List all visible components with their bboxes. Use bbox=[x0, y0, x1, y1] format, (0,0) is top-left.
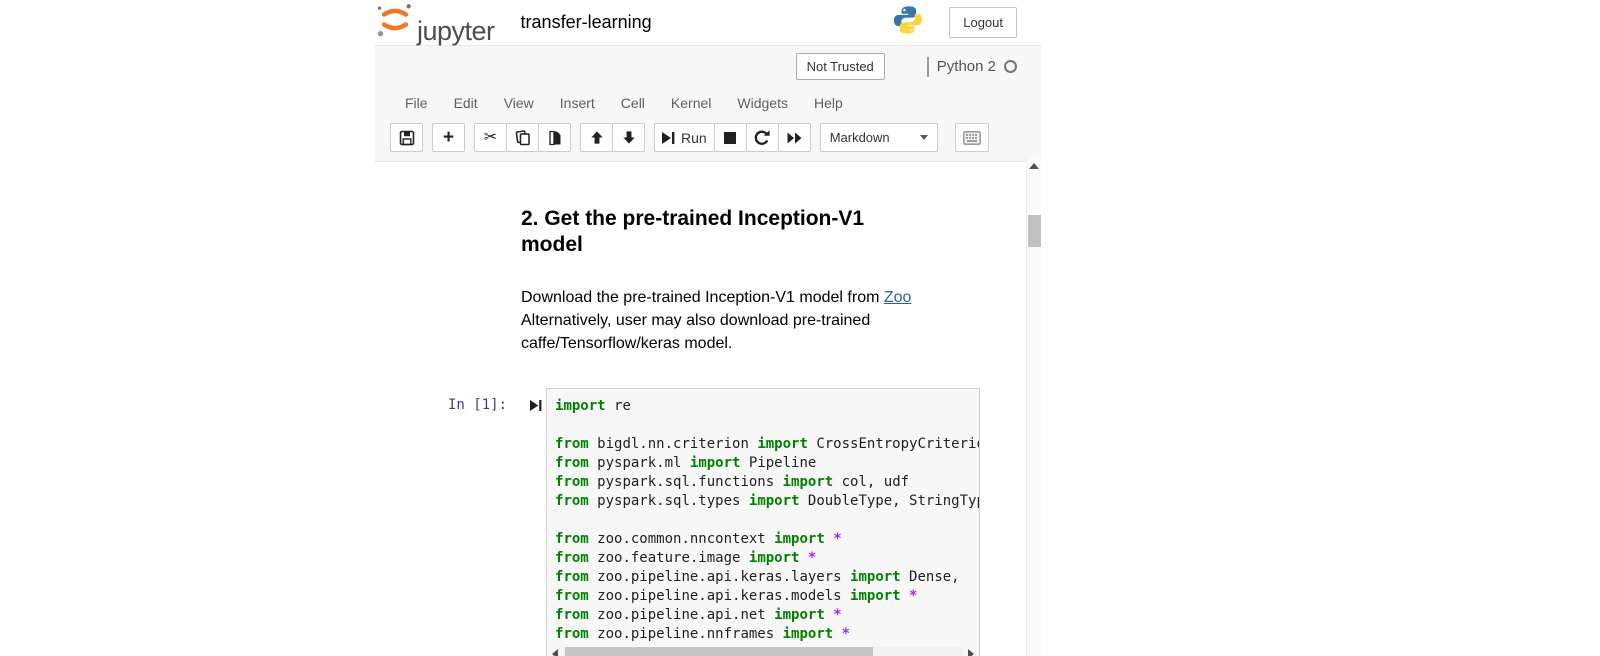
cut-cells-button[interactable]: ✂ bbox=[474, 123, 507, 152]
python-kernel-icon bbox=[893, 5, 923, 40]
code-editor[interactable]: import re from bigdl.nn.criterion import… bbox=[547, 389, 979, 645]
move-cell-down-button[interactable] bbox=[612, 123, 645, 152]
code-cell[interactable]: In [1]: import re from bigdl.nn.criterio… bbox=[448, 388, 1041, 656]
menu-item-insert[interactable]: Insert bbox=[547, 89, 608, 117]
page-vertical-scrollbar[interactable] bbox=[1026, 158, 1041, 656]
code-line: from zoo.pipeline.api.net import * bbox=[555, 606, 979, 625]
markdown-paragraph: Download the pre-trained Inception-V1 mo… bbox=[521, 286, 961, 356]
code-line bbox=[555, 511, 979, 530]
markdown-cell[interactable]: 2. Get the pre-trained Inception-V1 mode… bbox=[521, 162, 1041, 355]
kernel-indicator: Python 2 bbox=[927, 57, 1017, 77]
code-line: from bigdl.nn.criterion import CrossEntr… bbox=[555, 435, 979, 454]
code-line bbox=[555, 416, 979, 435]
fast-forward-icon bbox=[787, 132, 802, 144]
run-cell-button[interactable]: Run bbox=[654, 123, 715, 152]
code-line: from zoo.common.nncontext import * bbox=[555, 530, 979, 549]
code-line: from pyspark.sql.types import DoubleType… bbox=[555, 492, 979, 511]
command-palette-button[interactable] bbox=[955, 123, 989, 152]
stop-icon bbox=[724, 132, 736, 144]
move-cell-up-button[interactable] bbox=[580, 123, 613, 152]
restart-run-all-button[interactable] bbox=[778, 123, 811, 152]
menu-item-kernel[interactable]: Kernel bbox=[658, 89, 724, 117]
run-button-label: Run bbox=[681, 130, 707, 146]
jupyter-app: jupyter transfer-learning Logout Not Tru… bbox=[375, 0, 1041, 656]
paste-icon bbox=[547, 130, 563, 146]
code-line: from zoo.pipeline.nnframes import * bbox=[555, 625, 979, 644]
section-heading: 2. Get the pre-trained Inception-V1 mode… bbox=[521, 206, 913, 259]
menu-item-view[interactable]: View bbox=[491, 89, 547, 117]
status-row: Not Trusted Python 2 bbox=[375, 46, 1041, 87]
menubar: FileEditViewInsertCellKernelWidgetsHelp bbox=[375, 87, 1041, 119]
restart-kernel-icon bbox=[754, 130, 770, 146]
code-line: from zoo.feature.image import * bbox=[555, 549, 979, 568]
notebook-title[interactable]: transfer-learning bbox=[521, 12, 652, 33]
trust-status-badge[interactable]: Not Trusted bbox=[796, 53, 885, 80]
notebook-header: jupyter transfer-learning Logout bbox=[375, 0, 1041, 45]
h-scrollbar-track[interactable] bbox=[563, 647, 963, 656]
code-line: import re bbox=[555, 397, 979, 416]
jupyter-logo[interactable]: jupyter bbox=[375, 0, 495, 45]
cell-type-dropdown[interactable]: Markdown bbox=[820, 123, 938, 152]
copy-icon bbox=[515, 130, 531, 146]
move-down-icon bbox=[622, 130, 636, 145]
paragraph-text: Download the pre-trained Inception-V1 mo… bbox=[521, 289, 884, 306]
save-icon bbox=[399, 130, 415, 146]
scroll-left-icon[interactable] bbox=[547, 649, 563, 656]
code-line: from pyspark.sql.functions import col, u… bbox=[555, 473, 979, 492]
kernel-idle-icon bbox=[1004, 60, 1017, 73]
menu-item-edit[interactable]: Edit bbox=[441, 89, 491, 117]
menu-panel: Not Trusted Python 2 FileEditViewInsertC… bbox=[375, 45, 1041, 162]
keyboard-icon bbox=[963, 131, 981, 145]
cut-icon: ✂ bbox=[484, 130, 497, 146]
paste-cells-button[interactable] bbox=[538, 123, 571, 152]
scroll-up-icon[interactable] bbox=[1029, 163, 1039, 169]
save-button[interactable] bbox=[390, 123, 423, 152]
menu-item-file[interactable]: File bbox=[392, 89, 441, 117]
paragraph-text-2: Alternatively, user may also download pr… bbox=[521, 312, 870, 352]
code-line: from zoo.pipeline.api.keras.layers impor… bbox=[555, 568, 979, 587]
kernel-name-label: Python 2 bbox=[937, 58, 996, 75]
cell-type-selected: Markdown bbox=[830, 130, 920, 145]
move-up-icon bbox=[590, 130, 604, 145]
h-scrollbar-thumb[interactable] bbox=[565, 647, 873, 656]
jupyter-logo-text: jupyter bbox=[417, 18, 495, 45]
jupyter-logo-icon bbox=[375, 0, 415, 45]
toolbar: + ✂ bbox=[375, 119, 1041, 161]
kernel-separator bbox=[927, 57, 929, 77]
menu-item-help[interactable]: Help bbox=[801, 89, 856, 117]
run-icon bbox=[662, 131, 675, 145]
menu-item-cell[interactable]: Cell bbox=[608, 89, 658, 117]
code-line: from zoo.pipeline.api.keras.models impor… bbox=[555, 587, 979, 606]
menu-item-widgets[interactable]: Widgets bbox=[724, 89, 801, 117]
notebook-container: 2. Get the pre-trained Inception-V1 mode… bbox=[375, 162, 1041, 656]
interrupt-kernel-button[interactable] bbox=[714, 123, 747, 152]
input-prompt: In [1]: bbox=[448, 388, 507, 413]
copy-cells-button[interactable] bbox=[506, 123, 539, 152]
zoo-link[interactable]: Zoo bbox=[884, 289, 912, 306]
scroll-right-icon[interactable] bbox=[963, 649, 979, 656]
code-input-area: import re from bigdl.nn.criterion import… bbox=[546, 388, 980, 656]
v-scrollbar-thumb[interactable] bbox=[1028, 215, 1041, 247]
restart-kernel-button[interactable] bbox=[746, 123, 779, 152]
chevron-down-icon bbox=[920, 135, 928, 140]
add-cell-button[interactable]: + bbox=[432, 123, 465, 152]
run-this-cell-icon[interactable] bbox=[530, 399, 542, 417]
code-horizontal-scrollbar[interactable] bbox=[547, 645, 979, 656]
code-line: from pyspark.ml import Pipeline bbox=[555, 454, 979, 473]
add-cell-icon: + bbox=[443, 128, 454, 147]
logout-button[interactable]: Logout bbox=[949, 7, 1017, 38]
